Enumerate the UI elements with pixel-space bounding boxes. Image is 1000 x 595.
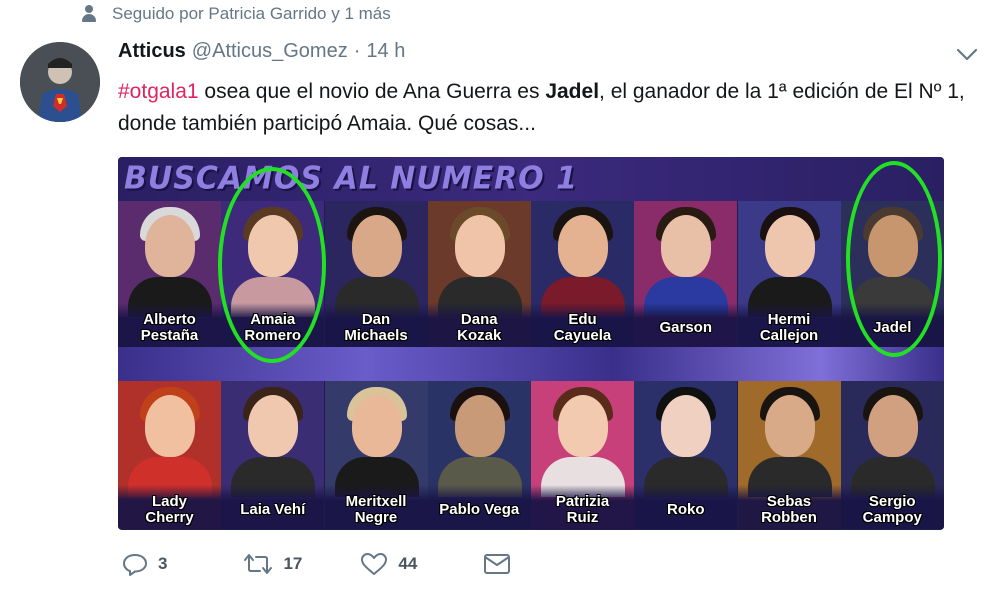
tweet-text-bold: Jadel (545, 80, 600, 103)
highlight-circle (846, 161, 942, 357)
contestant-photo: Dan Michaels (324, 201, 428, 347)
tweet-media-image[interactable]: BUSCAMOS AL NUMERO 1 Alberto Pestaña Amai… (118, 157, 944, 530)
contestant-name: Lady Cherry (118, 485, 221, 529)
contestant-photo: Alberto Pestaña (118, 201, 221, 347)
contestant-photo: Hermi Callejon (737, 201, 841, 347)
contestant-photo: Roko (634, 381, 738, 529)
contestant-name: Sebas Robben (737, 485, 841, 529)
contestant-photo: Sergio Campoy (840, 381, 944, 529)
contestant-photo: Sebas Robben (737, 381, 841, 529)
divider-band (118, 347, 944, 381)
contestant-name: Dana Kozak (427, 303, 531, 347)
contestant-name: Garson (634, 303, 738, 347)
like-button[interactable]: 44 (360, 552, 417, 576)
direct-message-button[interactable] (483, 552, 511, 576)
like-count: 44 (398, 554, 418, 573)
retweet-icon (244, 554, 273, 574)
author-handle[interactable]: @Atticus_Gomez (192, 40, 348, 63)
separator: · (353, 40, 361, 62)
tweet-text: #otgala1 osea que el novio de Ana Guerra… (118, 76, 978, 140)
contestant-photo: Garson (634, 201, 738, 347)
reply-icon (123, 554, 147, 576)
avatar[interactable] (20, 42, 100, 122)
reply-count: 3 (158, 554, 168, 573)
person-icon (80, 4, 98, 24)
contestant-name: Sergio Campoy (840, 485, 944, 529)
contestant-name: Edu Cayuela (531, 303, 634, 347)
contestant-name: Patrizia Ruiz (531, 485, 634, 529)
contestant-photo: Meritxell Negre (324, 381, 428, 529)
chevron-down-icon[interactable] (955, 46, 979, 64)
contestant-name: Pablo Vega (427, 485, 531, 529)
contestant-photo: Patrizia Ruiz (531, 381, 634, 529)
tweet-text-part: osea que el novio de Ana Guerra es (198, 80, 546, 103)
hashtag-link[interactable]: #otgala1 (118, 80, 199, 103)
retweet-button[interactable]: 17 (243, 552, 302, 576)
contestant-photo: Pablo Vega (427, 381, 531, 529)
retweet-count: 17 (283, 554, 303, 573)
contestant-photo: Lady Cherry (118, 381, 221, 529)
contestant-photo: Dana Kozak (427, 201, 531, 347)
contestant-name: Alberto Pestaña (118, 303, 221, 347)
social-context-text[interactable]: Seguido por Patricia Garrido y 1 más (112, 4, 391, 24)
contestant-name: Meritxell Negre (324, 485, 428, 529)
highlight-circle (218, 167, 326, 363)
banner-title: BUSCAMOS AL NUMERO 1 (124, 160, 578, 197)
tweet-timestamp[interactable]: 14 h (366, 40, 405, 63)
reply-button[interactable]: 3 (122, 552, 167, 576)
envelope-icon (484, 554, 511, 574)
contestant-name: Hermi Callejon (737, 303, 841, 347)
contestant-photo: Laia Vehí (221, 381, 325, 529)
contestant-name: Roko (634, 485, 738, 529)
contestant-name: Laia Vehí (221, 485, 325, 529)
tweet-header: Atticus @Atticus_Gomez · 14 h (118, 40, 405, 63)
contestant-name: Dan Michaels (324, 303, 428, 347)
author-name[interactable]: Atticus (118, 40, 186, 63)
heart-icon (361, 553, 388, 575)
contestant-photo: Edu Cayuela (531, 201, 634, 347)
social-context: Seguido por Patricia Garrido y 1 más (80, 2, 391, 26)
action-bar: 3 17 44 (118, 552, 511, 576)
